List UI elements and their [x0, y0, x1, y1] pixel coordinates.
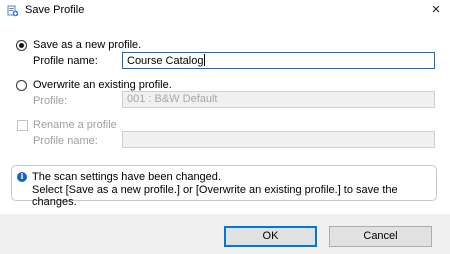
overwrite-radio[interactable]: Overwrite an existing profile.: [16, 79, 172, 91]
title-bar: Save Profile ×: [0, 0, 450, 22]
rename-name-input[interactable]: [122, 131, 435, 148]
cancel-button[interactable]: Cancel: [329, 226, 432, 247]
window-title: Save Profile: [25, 4, 85, 16]
rename-label: Rename a profile: [33, 119, 117, 131]
close-button[interactable]: ×: [422, 0, 450, 22]
profile-label: Profile:: [33, 95, 68, 107]
rename-name-label: Profile name:: [33, 135, 98, 147]
overwrite-label: Overwrite an existing profile.: [33, 79, 172, 91]
info-message-line1: The scan settings have been changed.: [32, 171, 221, 183]
profile-name-input[interactable]: Course Catalog: [122, 52, 435, 69]
rename-checkbox[interactable]: [17, 120, 28, 131]
radio-unchecked-icon: [16, 79, 27, 91]
profile-name-label: Profile name:: [33, 55, 98, 67]
info-message-line2: Select [Save as a new profile.] or [Over…: [32, 184, 398, 208]
info-icon: i: [17, 172, 27, 182]
profile-select[interactable]: 001 : B&W Default: [122, 91, 435, 108]
radio-checked-icon: [16, 39, 27, 51]
save-profile-dialog: Save Profile × Save as a new profile. Pr…: [0, 0, 450, 254]
save-as-new-label: Save as a new profile.: [33, 39, 142, 51]
ok-button[interactable]: OK: [224, 226, 317, 247]
scanner-profile-icon: [7, 5, 19, 17]
info-message-box: i The scan settings have been changed. S…: [11, 165, 437, 208]
close-icon: ×: [431, 1, 441, 18]
text-caret: [204, 54, 206, 66]
save-as-new-radio[interactable]: Save as a new profile.: [16, 39, 141, 51]
profile-select-value: 001 : B&W Default: [127, 93, 218, 105]
profile-name-value: Course Catalog: [127, 55, 204, 67]
